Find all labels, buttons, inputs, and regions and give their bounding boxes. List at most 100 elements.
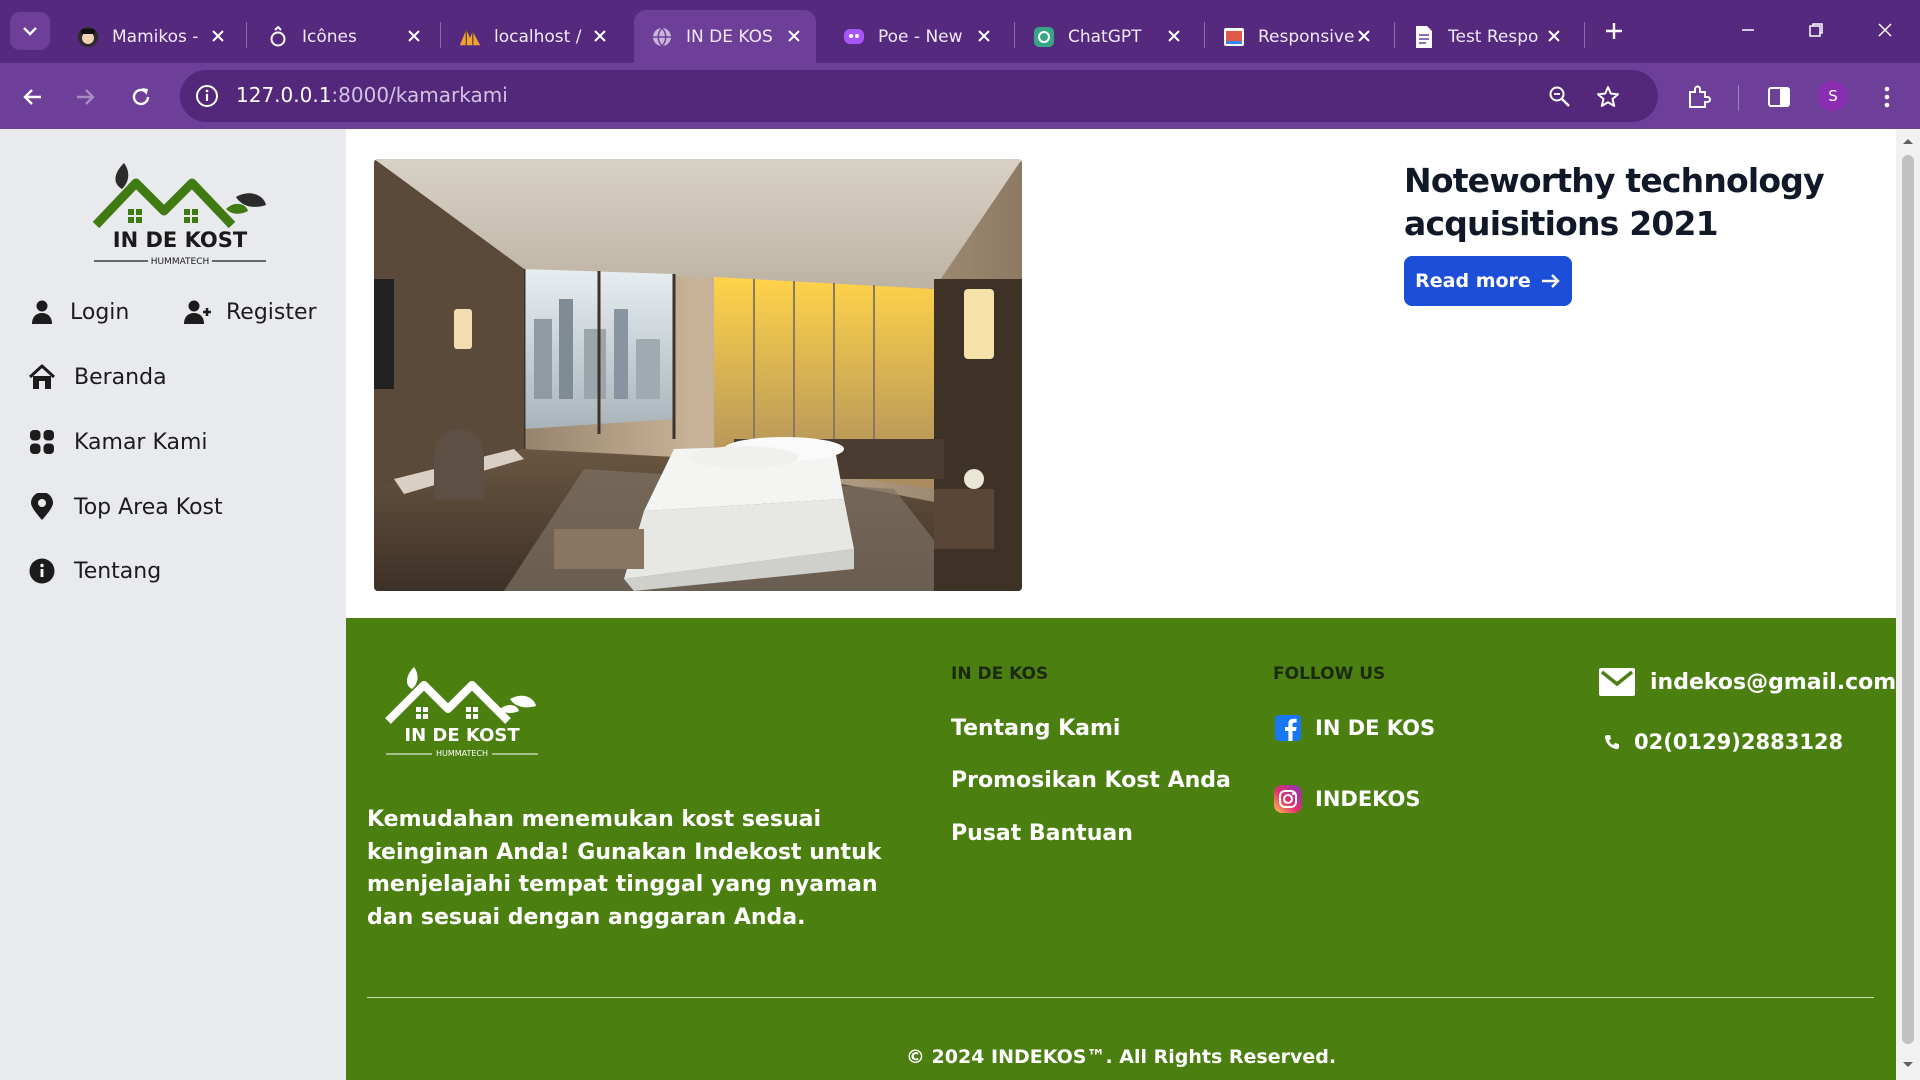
footer-logo-text: IN DE KOST bbox=[404, 725, 520, 746]
browser-tab[interactable]: Responsive bbox=[1206, 10, 1386, 63]
page-scrollbar[interactable] bbox=[1896, 129, 1920, 1080]
sidebar-item-beranda[interactable]: Beranda bbox=[28, 363, 167, 391]
phpmyadmin-favicon-icon bbox=[458, 25, 482, 49]
map-pin-icon bbox=[28, 493, 56, 521]
logo-text: IN DE KOST bbox=[113, 228, 248, 252]
facebook-label: IN DE KOS bbox=[1315, 716, 1436, 740]
close-icon[interactable] bbox=[1352, 24, 1376, 48]
tab-separator bbox=[1394, 22, 1395, 48]
browser-tab[interactable]: Mamikos - bbox=[60, 10, 240, 63]
chrome-menu-button[interactable] bbox=[1870, 80, 1904, 114]
footer-heading-follow: FOLLOW US bbox=[1273, 664, 1386, 684]
back-button[interactable] bbox=[14, 79, 50, 115]
footer-logo-subtext: HUMMATECH bbox=[436, 749, 488, 757]
grid-icon bbox=[28, 428, 56, 456]
mail-icon bbox=[1598, 667, 1636, 697]
scroll-up-icon[interactable] bbox=[1902, 135, 1914, 147]
mamikos-favicon-icon bbox=[76, 25, 100, 49]
tab-title: Mamikos - bbox=[112, 26, 199, 47]
tab-title: Icônes bbox=[302, 26, 357, 47]
footer-divider bbox=[367, 997, 1874, 998]
address-bar[interactable]: 127.0.0.1:8000/kamarkami bbox=[180, 70, 1658, 122]
browser-tab[interactable]: localhost / bbox=[442, 10, 622, 63]
login-link[interactable]: Login bbox=[28, 298, 129, 326]
info-icon bbox=[28, 557, 56, 585]
side-panel-button[interactable] bbox=[1762, 80, 1796, 114]
footer-link-tentang-kami[interactable]: Tentang Kami bbox=[951, 716, 1120, 741]
forward-button[interactable] bbox=[68, 79, 104, 115]
footer-link-promosikan-kost[interactable]: Promosikan Kost Anda bbox=[951, 768, 1231, 793]
browser-tab[interactable]: Poe - New bbox=[826, 10, 1006, 63]
register-link[interactable]: Register bbox=[184, 298, 317, 326]
site-logo[interactable]: IN DE KOST HUMMATECH bbox=[88, 155, 272, 267]
sidebar-item-label: Kamar Kami bbox=[74, 429, 208, 455]
browser-tab-active[interactable]: IN DE KOS bbox=[634, 10, 816, 63]
tab-search-button[interactable] bbox=[10, 12, 50, 50]
copyright-text: © 2024 INDEKOS™. All Rights Reserved. bbox=[905, 1046, 1337, 1068]
sidebar-item-tentang[interactable]: Tentang bbox=[28, 557, 161, 585]
extensions-button[interactable] bbox=[1682, 80, 1716, 114]
zoom-icon[interactable] bbox=[1546, 83, 1574, 111]
close-icon[interactable] bbox=[1542, 24, 1566, 48]
browser-tab-strip: Mamikos - Icônes localhost / IN DE KOS P… bbox=[0, 0, 1920, 63]
email-text: indekos@gmail.com bbox=[1650, 669, 1897, 695]
tab-separator bbox=[440, 22, 441, 48]
tab-separator bbox=[1204, 22, 1205, 48]
user-plus-icon bbox=[184, 298, 212, 326]
close-icon[interactable] bbox=[972, 24, 996, 48]
tab-title: Responsive bbox=[1258, 26, 1355, 47]
sidebar-item-top-area-kost[interactable]: Top Area Kost bbox=[28, 493, 223, 521]
browser-tab[interactable]: Test Respo bbox=[1396, 10, 1576, 63]
page-viewport: IN DE KOST HUMMATECH Login Register Bera… bbox=[0, 129, 1920, 1080]
profile-avatar[interactable]: S bbox=[1818, 81, 1848, 111]
footer-phone[interactable]: 02(0129)2883128 bbox=[1598, 730, 1843, 754]
bookmark-star-icon[interactable] bbox=[1594, 83, 1622, 111]
close-icon[interactable] bbox=[588, 24, 612, 48]
close-icon[interactable] bbox=[782, 24, 806, 48]
site-info-icon[interactable] bbox=[194, 83, 220, 109]
close-icon[interactable] bbox=[402, 24, 426, 48]
tab-title: Poe - New bbox=[878, 26, 963, 47]
logo-subtext: HUMMATECH bbox=[151, 257, 210, 267]
new-tab-button[interactable] bbox=[1597, 14, 1631, 48]
facebook-link[interactable]: IN DE KOS bbox=[1273, 713, 1435, 743]
url-text[interactable]: 127.0.0.1:8000/kamarkami bbox=[236, 83, 508, 107]
room-photo bbox=[374, 159, 1022, 591]
tab-separator bbox=[1584, 22, 1585, 48]
tab-title: Test Respo bbox=[1448, 26, 1539, 47]
sidebar-item-kamar-kami[interactable]: Kamar Kami bbox=[28, 428, 208, 456]
sidebar: IN DE KOST HUMMATECH Login Register Bera… bbox=[0, 129, 346, 1080]
browser-tab[interactable]: Icônes bbox=[250, 10, 436, 63]
instagram-link[interactable]: INDEKOS bbox=[1273, 784, 1420, 814]
tab-title: ChatGPT bbox=[1068, 26, 1142, 47]
reload-button[interactable] bbox=[123, 79, 159, 115]
close-icon[interactable] bbox=[206, 24, 230, 48]
footer-description: Kemudahan menemukan kost sesuai keingina… bbox=[367, 807, 882, 930]
sidebar-item-label: Tentang bbox=[74, 558, 162, 584]
chatgpt-favicon-icon bbox=[1032, 25, 1056, 49]
restore-button[interactable] bbox=[1791, 10, 1841, 50]
footer-link-pusat-bantuan[interactable]: Pusat Bantuan bbox=[951, 821, 1133, 846]
scrollbar-thumb[interactable] bbox=[1902, 155, 1914, 1044]
read-more-button[interactable]: Read more bbox=[1404, 256, 1572, 306]
footer-heading-brand: IN DE KOS bbox=[951, 664, 1049, 684]
document-favicon-icon bbox=[1412, 25, 1436, 49]
close-window-button[interactable] bbox=[1860, 10, 1910, 50]
footer-email[interactable]: indekos@gmail.com bbox=[1598, 667, 1896, 697]
phone-text: 02(0129)2883128 bbox=[1634, 730, 1844, 754]
phone-icon bbox=[1604, 733, 1620, 751]
minimize-button[interactable] bbox=[1723, 10, 1773, 50]
login-label: Login bbox=[70, 299, 130, 325]
responsive-favicon-icon bbox=[1222, 25, 1246, 49]
scroll-down-icon[interactable] bbox=[1902, 1059, 1914, 1071]
reload-icon bbox=[132, 88, 150, 106]
footer-logo[interactable]: IN DE KOST HUMMATECH bbox=[382, 663, 542, 758]
browser-tab[interactable]: ChatGPT bbox=[1016, 10, 1196, 63]
restore-icon bbox=[1809, 23, 1823, 37]
url-path: :8000/kamarkami bbox=[331, 83, 508, 107]
tab-title: localhost / bbox=[494, 26, 582, 47]
browser-toolbar: 127.0.0.1:8000/kamarkami bbox=[0, 63, 1920, 129]
kebab-menu-icon bbox=[1884, 86, 1890, 108]
close-icon[interactable] bbox=[1162, 24, 1186, 48]
minimize-icon bbox=[1742, 29, 1754, 31]
